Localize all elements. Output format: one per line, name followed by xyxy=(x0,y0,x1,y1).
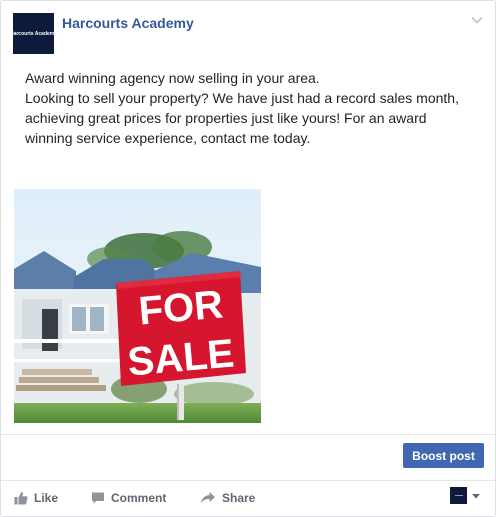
like-label: Like xyxy=(34,491,59,505)
post-as-avatar xyxy=(450,487,467,504)
comment-icon xyxy=(92,492,104,504)
divider xyxy=(1,434,495,435)
comment-label: Comment xyxy=(111,491,167,505)
chevron-down-icon[interactable] xyxy=(471,14,483,26)
post-as-selector[interactable] xyxy=(450,487,481,504)
for-sale-house-image: FOR SALE xyxy=(14,189,261,423)
caret-down-icon xyxy=(472,493,480,498)
sign-text-for: FOR xyxy=(137,282,225,333)
post-card: Harcourts Academy Harcourts Academy Awar… xyxy=(0,0,496,517)
share-label: Share xyxy=(222,491,256,505)
sign-text-sale: SALE xyxy=(126,331,236,384)
like-button[interactable]: Like xyxy=(14,489,58,507)
post-text: Award winning agency now selling in your… xyxy=(25,68,465,148)
boost-post-button[interactable]: Boost post xyxy=(403,443,484,468)
divider xyxy=(1,480,495,481)
page-avatar[interactable]: Harcourts Academy xyxy=(9,13,58,54)
share-button[interactable]: Share xyxy=(200,489,255,507)
like-icon xyxy=(14,492,28,505)
share-icon xyxy=(201,492,215,504)
post-text-line: Looking to sell your property? We have j… xyxy=(25,90,459,146)
page-avatar-logo-text: Harcourts Academy xyxy=(9,30,58,37)
post-photo[interactable]: FOR SALE xyxy=(14,189,261,423)
comment-button[interactable]: Comment xyxy=(91,489,166,507)
page-name-link[interactable]: Harcourts Academy xyxy=(62,15,194,31)
post-text-line: Award winning agency now selling in your… xyxy=(25,70,320,86)
